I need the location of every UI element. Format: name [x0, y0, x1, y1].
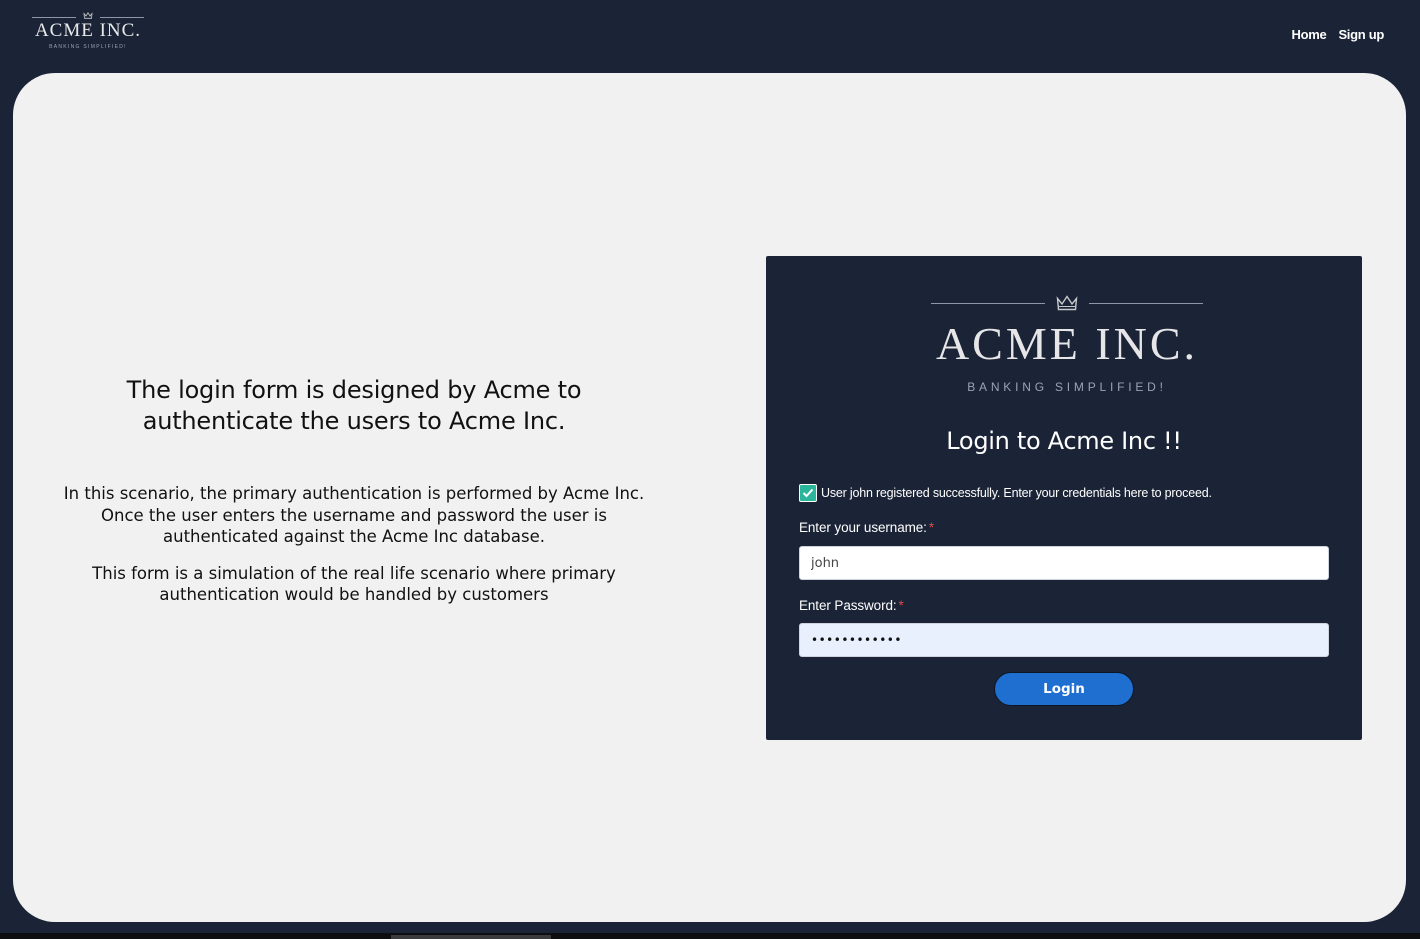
- main-nav: Home Sign up: [1292, 27, 1385, 42]
- content-panel: The login form is designed by Acme to au…: [13, 73, 1406, 922]
- nav-signup-link[interactable]: Sign up: [1338, 27, 1384, 42]
- required-marker: *: [898, 598, 904, 613]
- login-card: ACME INC. BANKING SIMPLIFIED! Login to A…: [766, 256, 1362, 740]
- intro-section: The login form is designed by Acme to au…: [53, 375, 655, 606]
- required-marker: *: [928, 520, 934, 535]
- nav-home-link[interactable]: Home: [1292, 27, 1327, 42]
- scrollbar-thumb[interactable]: [391, 935, 551, 939]
- crown-icon: [83, 12, 93, 19]
- success-alert: User john registered successfully. Enter…: [799, 484, 1339, 502]
- password-input[interactable]: [799, 623, 1329, 657]
- username-label: Enter your username: *: [799, 520, 934, 535]
- brand-crown-line: [32, 12, 144, 20]
- checkmark-icon: [799, 484, 817, 502]
- login-title: Login to Acme Inc !!: [946, 427, 1182, 455]
- intro-paragraph-primary-auth: In this scenario, the primary authentica…: [63, 484, 645, 546]
- card-crown-line: [931, 294, 1203, 312]
- brand-logo[interactable]: ACME INC. BANKING SIMPLIFIED!: [32, 12, 144, 56]
- intro-heading: The login form is designed by Acme to au…: [126, 376, 582, 435]
- card-logo-name: ACME INC.: [935, 318, 1199, 369]
- username-label-text: Enter your username:: [799, 520, 927, 535]
- horizontal-scrollbar[interactable]: [0, 933, 1420, 939]
- login-button[interactable]: Login: [994, 672, 1134, 706]
- top-navbar: ACME INC. BANKING SIMPLIFIED! Home Sign …: [0, 0, 1420, 73]
- brand-tagline: BANKING SIMPLIFIED!: [49, 44, 127, 50]
- crown-icon: [1056, 295, 1078, 311]
- success-alert-text: User john registered successfully. Enter…: [821, 486, 1212, 500]
- password-label-text: Enter Password:: [799, 598, 897, 613]
- brand-name: ACME INC.: [34, 20, 142, 41]
- card-logo: ACME INC. BANKING SIMPLIFIED!: [931, 294, 1203, 394]
- username-input[interactable]: [799, 546, 1329, 580]
- intro-paragraph-simulation: This form is a simulation of the real li…: [92, 563, 616, 605]
- card-logo-tagline: BANKING SIMPLIFIED!: [967, 380, 1167, 394]
- password-label: Enter Password: *: [799, 598, 904, 613]
